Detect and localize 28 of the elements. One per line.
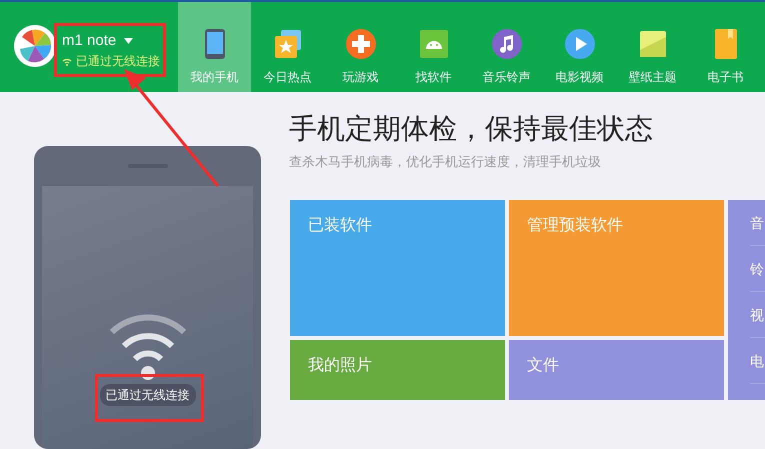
side-list-item[interactable]: 音 xyxy=(750,200,765,246)
android-icon xyxy=(418,28,450,60)
heading: 手机定期体检，保持最佳状态 xyxy=(289,112,654,146)
app-logo-icon[interactable] xyxy=(14,25,56,67)
nav-tab[interactable]: 玩游戏 xyxy=(324,2,397,92)
device-name[interactable]: m1 note xyxy=(62,32,116,50)
subtitle: 查杀木马手机病毒，优化手机运行速度，清理手机垃圾 xyxy=(289,153,602,171)
nav-tab[interactable]: 我的手机 xyxy=(178,2,251,92)
connection-status: 已通过无线连接 xyxy=(76,53,160,70)
wifi-icon xyxy=(108,314,188,380)
tile[interactable]: 已装软件 xyxy=(290,200,505,336)
dropdown-caret-icon[interactable] xyxy=(124,38,134,44)
tile[interactable]: 文件 xyxy=(509,340,724,400)
wifi-icon xyxy=(62,56,72,66)
nav-tab[interactable]: 电影视频 xyxy=(543,2,616,92)
nav-tab[interactable]: 音乐铃声 xyxy=(470,2,543,92)
nav-tab[interactable]: 壁纸主题 xyxy=(616,2,689,92)
phone-connection-status: 已通过无线连接 xyxy=(100,384,196,406)
play-icon xyxy=(564,28,596,60)
side-list-item[interactable]: 视 xyxy=(750,292,765,338)
nav-tab[interactable]: 找软件 xyxy=(397,2,470,92)
nav-tab[interactable]: 今日热点 xyxy=(251,2,324,92)
tile[interactable]: 我的照片 xyxy=(290,340,505,400)
tile[interactable]: 管理预装软件 xyxy=(509,200,724,336)
side-list-item[interactable]: 铃 xyxy=(750,246,765,292)
nav-tab[interactable]: 电子书 xyxy=(689,2,762,92)
music-note-icon xyxy=(490,28,522,60)
side-list-item[interactable]: 电 xyxy=(750,338,765,384)
